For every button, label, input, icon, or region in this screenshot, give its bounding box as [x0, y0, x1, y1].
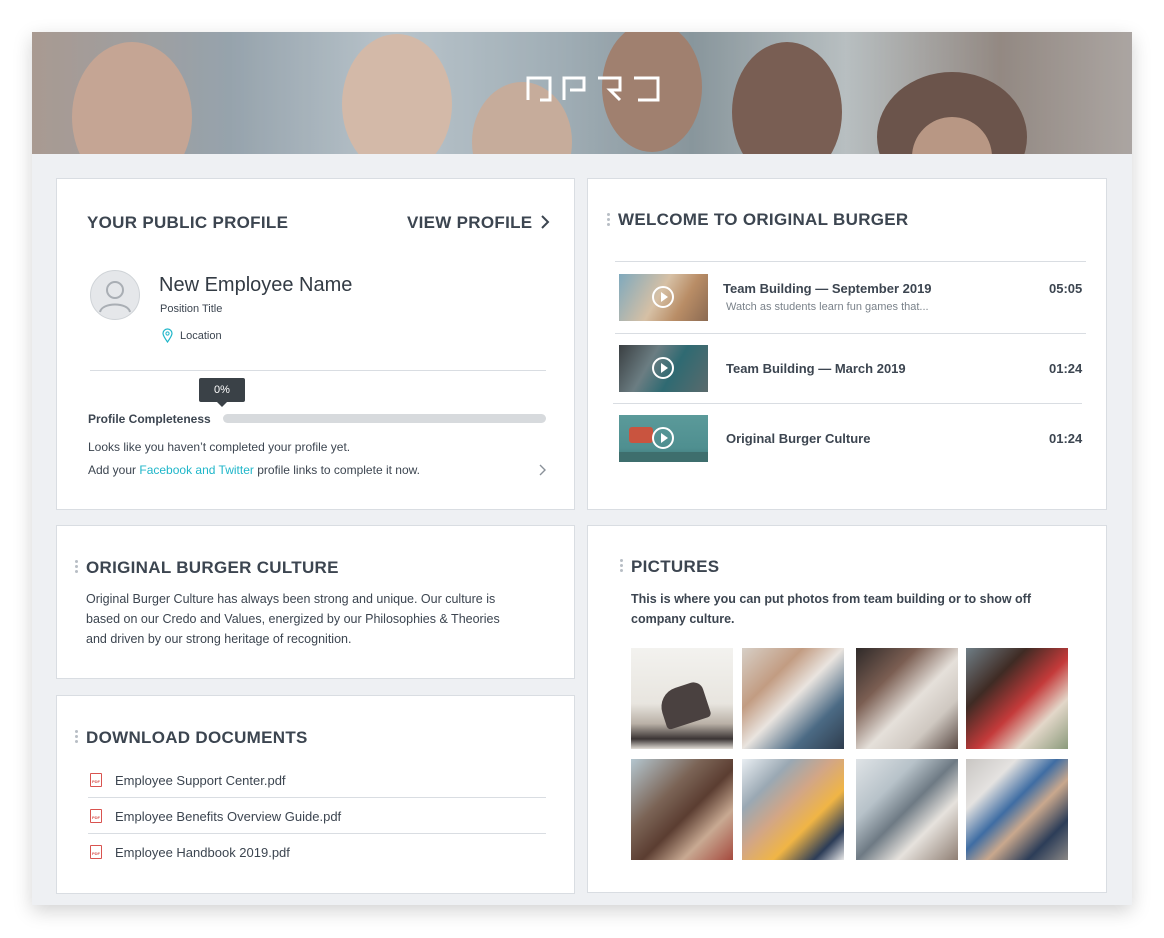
gallery-photo[interactable]	[631, 648, 733, 749]
profile-card-title: YOUR PUBLIC PROFILE	[87, 213, 289, 232]
video-thumbnail[interactable]	[619, 345, 708, 392]
pdf-icon: PDF	[90, 809, 102, 823]
hint-prefix: Add your	[88, 463, 140, 477]
video-description: Watch as students learn fun games that..…	[726, 301, 929, 313]
gallery-photo[interactable]	[856, 648, 958, 749]
documents-card-title: DOWNLOAD DOCUMENTS	[86, 728, 308, 747]
play-icon[interactable]	[652, 357, 674, 379]
gallery-photo[interactable]	[856, 759, 958, 860]
welcome-card: WELCOME TO ORIGINAL BURGER Team Building…	[587, 178, 1107, 510]
pictures-description-line: company culture.	[631, 612, 735, 626]
video-thumbnail[interactable]	[619, 415, 708, 462]
video-duration: 01:24	[1049, 361, 1083, 376]
document-link[interactable]: Employee Support Center.pdf	[115, 773, 286, 788]
view-profile-link[interactable]: VIEW PROFILE	[407, 213, 532, 233]
culture-card-title: ORIGINAL BURGER CULTURE	[86, 558, 339, 577]
culture-text-line: and driven by our strong heritage of rec…	[86, 632, 352, 646]
gallery-photo[interactable]	[966, 648, 1068, 749]
document-link[interactable]: Employee Handbook 2019.pdf	[115, 845, 290, 860]
avatar[interactable]	[90, 270, 140, 320]
drag-handle[interactable]	[607, 213, 611, 227]
chevron-right-icon[interactable]	[539, 464, 547, 476]
video-thumbnail[interactable]	[619, 274, 708, 321]
video-title[interactable]: Team Building — September 2019	[723, 281, 932, 296]
gallery-photo[interactable]	[631, 759, 733, 860]
document-link[interactable]: Employee Benefits Overview Guide.pdf	[115, 809, 341, 824]
pdf-icon-label: PDF	[92, 779, 100, 784]
culture-text-line: based on our Credo and Values, energized…	[86, 612, 500, 626]
culture-card: ORIGINAL BURGER CULTURE Original Burger …	[56, 525, 575, 679]
location-pin-icon	[162, 328, 173, 343]
social-links-link[interactable]: Facebook and Twitter	[139, 463, 254, 477]
pdf-icon-label: PDF	[92, 815, 100, 820]
profile-divider	[90, 370, 546, 371]
video-divider	[615, 333, 1086, 334]
pictures-card-title: PICTURES	[631, 557, 720, 576]
profile-message: Looks like you haven’t completed your pr…	[88, 440, 351, 454]
progress-tooltip: 0%	[199, 378, 245, 407]
video-divider	[613, 403, 1082, 404]
gallery-photo[interactable]	[966, 759, 1068, 860]
video-title[interactable]: Original Burger Culture	[726, 431, 870, 446]
drag-handle[interactable]	[620, 559, 624, 573]
profile-progress-bar	[223, 414, 546, 423]
document-divider	[88, 833, 546, 834]
gallery-photo[interactable]	[742, 759, 844, 860]
play-icon[interactable]	[652, 286, 674, 308]
profile-links-hint: Add your Facebook and Twitter profile li…	[88, 463, 420, 477]
company-logo	[526, 76, 660, 102]
pdf-icon: PDF	[90, 845, 102, 859]
documents-card: DOWNLOAD DOCUMENTS PDF Employee Support …	[56, 695, 575, 894]
video-title[interactable]: Team Building — March 2019	[726, 361, 906, 376]
pdf-icon: PDF	[90, 773, 102, 787]
dashboard-frame: YOUR PUBLIC PROFILE VIEW PROFILE New Emp…	[32, 32, 1132, 905]
position-title: Position Title	[160, 303, 223, 315]
profile-completeness-label: Profile Completeness	[88, 412, 211, 426]
drag-handle[interactable]	[75, 730, 79, 744]
pdf-icon-label: PDF	[92, 851, 100, 856]
welcome-card-title: WELCOME TO ORIGINAL BURGER	[618, 210, 909, 229]
pictures-card: PICTURES This is where you can put photo…	[587, 525, 1107, 893]
chevron-right-icon[interactable]	[540, 215, 550, 229]
document-divider	[88, 797, 546, 798]
video-duration: 01:24	[1049, 431, 1083, 446]
welcome-divider	[615, 261, 1086, 262]
location-text: Location	[180, 330, 222, 342]
profile-card: YOUR PUBLIC PROFILE VIEW PROFILE New Emp…	[56, 178, 575, 510]
header-banner	[32, 32, 1132, 154]
video-duration: 05:05	[1049, 281, 1083, 296]
drag-handle[interactable]	[75, 560, 79, 574]
culture-text-line: Original Burger Culture has always been …	[86, 592, 496, 606]
employee-name: New Employee Name	[159, 274, 353, 296]
hint-suffix: profile links to complete it now.	[253, 463, 420, 477]
play-icon[interactable]	[652, 427, 674, 449]
pictures-description-line: This is where you can put photos from te…	[631, 592, 1032, 606]
gallery-photo[interactable]	[742, 648, 844, 749]
